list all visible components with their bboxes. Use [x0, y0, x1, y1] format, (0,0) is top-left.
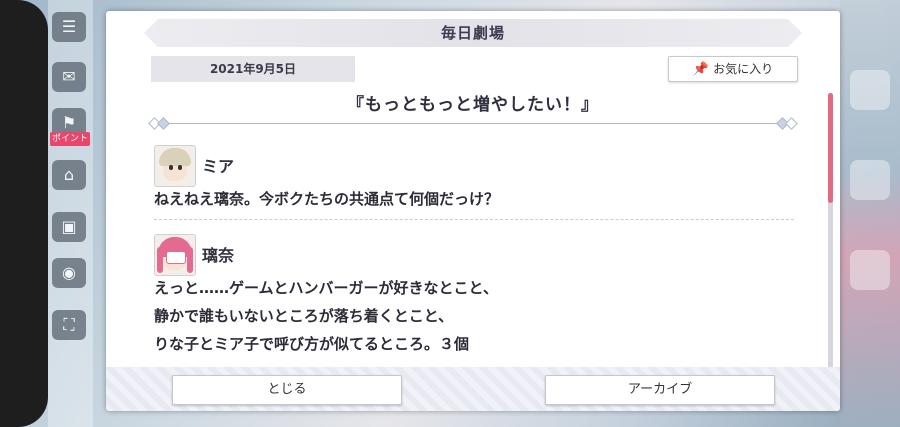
fullscreen-icon[interactable]: ⛶ [52, 310, 86, 340]
divider-ornament [785, 117, 798, 130]
deco-tile [850, 250, 890, 290]
pin-icon: 📌 [692, 62, 710, 77]
close-button[interactable]: とじる [172, 375, 402, 405]
deco-tile [850, 160, 890, 200]
scrollbar-thumb[interactable] [828, 93, 833, 203]
speaker-name: ミア [202, 157, 235, 176]
favorite-button[interactable]: 📌 お気に入り [668, 56, 798, 82]
dialog-title: 毎日劇場 [144, 19, 802, 47]
dialogue-entry: 璃奈 えっと……ゲームとハンバーガーが好きなとこと、 静かで誰もいないところが落… [154, 228, 794, 358]
device-bezel [0, 0, 48, 427]
dialogue-line: えっと……ゲームとハンバーガーが好きなとこと、 [154, 279, 498, 297]
point-tag: ポイント [50, 132, 90, 146]
menu-icon[interactable]: ☰ [52, 12, 86, 42]
deco-tile [850, 70, 890, 110]
entry-separator [154, 219, 794, 220]
title-divider [154, 123, 794, 124]
episode-title: 『もっともっと増やしたい！』 [347, 95, 599, 115]
divider-ornament [157, 117, 170, 130]
speaker-row: ミア [154, 139, 794, 187]
speaker-name: 璃奈 [202, 246, 235, 265]
camera-icon[interactable]: ◉ [52, 258, 86, 288]
rina-avatar [154, 234, 196, 276]
mia-avatar [154, 145, 196, 187]
dialogue-line: ねえねえ璃奈。今ボクたちの共通点て何個だっけ？ [154, 190, 500, 208]
speaker-row: 璃奈 [154, 228, 794, 276]
gift-icon[interactable]: ⌂ [52, 160, 86, 190]
dialogue-line: 静かで誰もいないところが落ち着くとこと、 [154, 307, 454, 325]
event-icon[interactable]: ▣ [52, 212, 86, 242]
right-background-deco [840, 0, 900, 427]
dialogue-line: りな子とミア子で呼び方が似てるところ。３個 [154, 335, 470, 353]
archive-button[interactable]: アーカイブ [545, 375, 775, 405]
dialogue-entry: ミア ねえねえ璃奈。今ボクたちの共通点て何個だっけ？ [154, 139, 794, 220]
episode-date: 2021年9月5日 [151, 56, 355, 82]
dialogue-scroll-area[interactable]: ミア ねえねえ璃奈。今ボクたちの共通点て何個だっけ？ 璃奈 えっと……ゲームとハ… [154, 139, 794, 377]
daily-theater-dialog: 毎日劇場 2021年9月5日 📌 お気に入り 『もっともっと増やしたい！』 ミア … [106, 11, 840, 411]
chat-icon[interactable]: ✉ [52, 62, 86, 92]
favorite-label: お気に入り [713, 62, 774, 76]
